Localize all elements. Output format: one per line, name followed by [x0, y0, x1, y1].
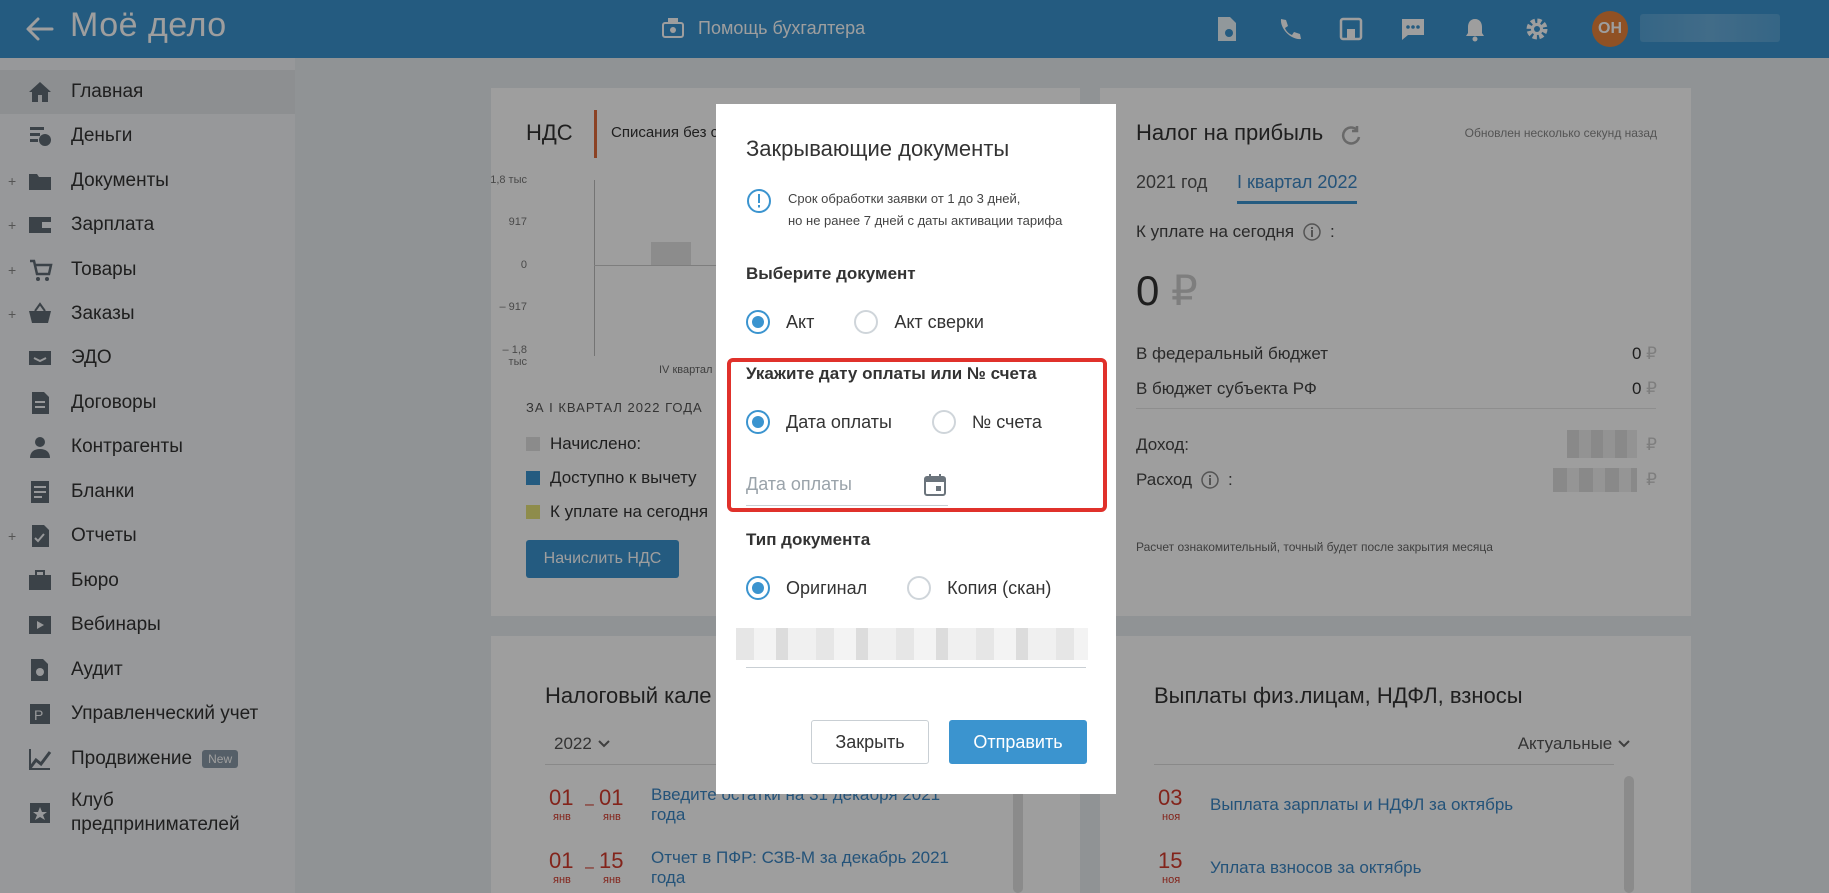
address-field-blurred[interactable]: [736, 628, 1088, 660]
radio-payment-date[interactable]: [746, 410, 770, 434]
radio-label[interactable]: Копия (скан): [947, 578, 1051, 599]
payment-date-field[interactable]: [746, 466, 948, 506]
type-radio-group: Оригинал Копия (скан): [746, 576, 1051, 600]
processing-info: Срок обработки заявки от 1 до 3 дней, но…: [746, 188, 1062, 232]
modal-title: Закрывающие документы: [746, 136, 1010, 161]
info-line: но не ранее 7 дней с даты активации тари…: [788, 213, 1063, 228]
radio-reconciliation-act[interactable]: [854, 310, 879, 334]
close-button[interactable]: Закрыть: [811, 720, 929, 764]
info-line: Срок обработки заявки от 1 до 3 дней,: [788, 191, 1021, 206]
choose-document-heading: Выберите документ: [746, 264, 916, 283]
radio-invoice-number[interactable]: [931, 410, 956, 434]
radio-copy-scan[interactable]: [907, 576, 932, 600]
payment-radio-group: Дата оплаты № счета: [746, 410, 1042, 434]
radio-original[interactable]: [746, 576, 770, 600]
document-type-heading: Тип документа: [746, 530, 871, 549]
radio-act[interactable]: [746, 310, 770, 334]
payment-date-input[interactable]: [746, 466, 916, 502]
send-button[interactable]: Отправить: [949, 720, 1087, 764]
radio-label[interactable]: № счета: [972, 412, 1042, 433]
radio-label[interactable]: Оригинал: [786, 578, 867, 599]
payment-date-heading: Укажите дату оплаты или № счета: [746, 364, 1037, 383]
radio-label[interactable]: Дата оплаты: [786, 412, 892, 433]
field-underline: [746, 667, 1086, 668]
radio-label[interactable]: Акт: [786, 312, 814, 333]
document-radio-group: Акт Акт сверки: [746, 310, 984, 334]
calendar-icon[interactable]: [922, 472, 948, 498]
closing-documents-modal: Закрывающие документы Срок обработки зая…: [716, 104, 1116, 794]
radio-label[interactable]: Акт сверки: [894, 312, 984, 333]
exclamation-icon: [747, 189, 771, 213]
